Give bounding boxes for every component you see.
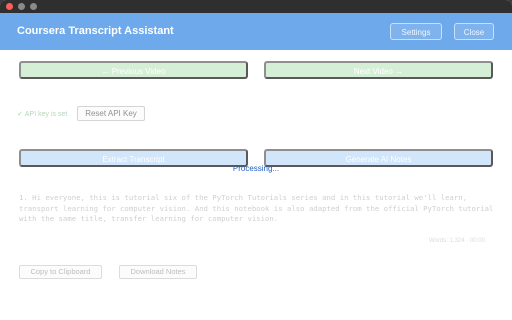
next-video-button[interactable]: Next Video →	[264, 61, 493, 79]
window-titlebar	[0, 0, 512, 13]
settings-button[interactable]: Settings	[390, 23, 442, 40]
previous-video-button[interactable]: ← Previous Video	[19, 61, 248, 79]
api-key-status: ✓ API key is set	[17, 110, 67, 118]
processing-indicator: Processing...	[232, 164, 280, 173]
app-window: Coursera Transcript Assistant Settings C…	[0, 0, 512, 320]
copy-to-clipboard-button[interactable]: Copy to Clipboard	[19, 265, 102, 279]
window-maximize-icon[interactable]	[30, 3, 37, 10]
close-button[interactable]: Close	[454, 23, 494, 40]
transcript-meta: Words: 1,324 · 00:00	[429, 238, 485, 244]
window-minimize-icon[interactable]	[18, 3, 25, 10]
transcript-text: 1. Hi everyone, this is tutorial six of …	[19, 193, 494, 223]
reset-api-key-button[interactable]: Reset API Key	[77, 106, 145, 121]
check-icon: ✓	[17, 111, 23, 118]
window-close-icon[interactable]	[6, 3, 13, 10]
app-title: Coursera Transcript Assistant	[17, 25, 174, 37]
app-header: Coursera Transcript Assistant Settings C…	[0, 13, 512, 50]
download-notes-button[interactable]: Download Notes	[119, 265, 197, 279]
api-key-status-text: API key is set	[24, 111, 68, 118]
